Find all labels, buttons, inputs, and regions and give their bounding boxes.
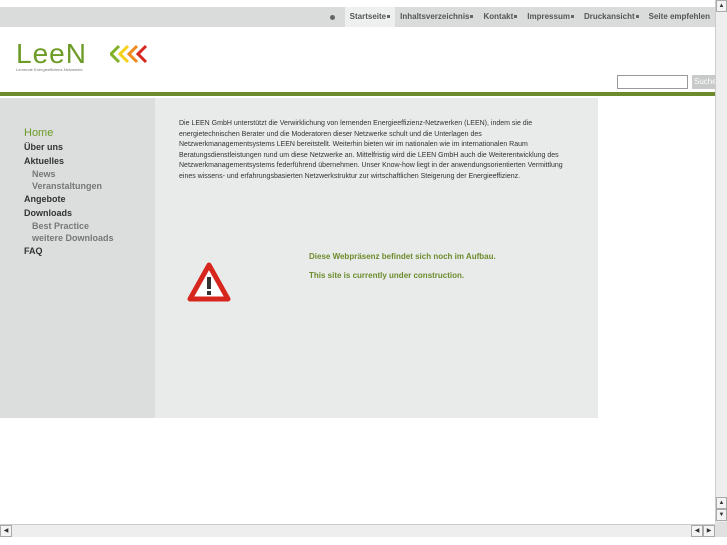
logo-wordmark: LeeN bbox=[16, 38, 87, 69]
nav-seite-empfehlen[interactable]: Seite empfehlen bbox=[644, 7, 715, 27]
scroll-right-icon[interactable]: ▶ bbox=[703, 525, 715, 537]
nav-impressum[interactable]: Impressum bbox=[522, 7, 579, 27]
bullet-icon bbox=[329, 14, 335, 20]
scroll-down-icon[interactable]: ▼ bbox=[716, 509, 727, 521]
sidebar-item-faq[interactable]: FAQ bbox=[24, 244, 114, 258]
vertical-scrollbar[interactable]: ▲ ▲ ▼ bbox=[715, 0, 727, 522]
sidebar-item-home[interactable]: Home bbox=[24, 126, 114, 140]
top-navigation-bar: Startseite Inhaltsverzeichnis Kontakt Im… bbox=[0, 7, 715, 27]
bullet-icon bbox=[570, 15, 574, 19]
sidebar-item-angebote[interactable]: Angebote bbox=[24, 192, 114, 206]
search-button[interactable]: Suche bbox=[692, 75, 715, 89]
sidebar: Home Über uns Aktuelles News Veranstaltu… bbox=[0, 98, 155, 418]
sidebar-item-news[interactable]: News bbox=[24, 168, 114, 180]
horizontal-scrollbar[interactable]: ◀ ◀ ▶ bbox=[0, 524, 715, 537]
sidebar-item-weitere-downloads[interactable]: weitere Downloads bbox=[24, 232, 114, 244]
bullet-icon bbox=[635, 15, 639, 19]
scroll-left-icon[interactable]: ◀ bbox=[0, 525, 12, 537]
bullet-icon bbox=[514, 15, 518, 19]
bullet-icon bbox=[470, 15, 474, 19]
nav-inhaltsverzeichnis[interactable]: Inhaltsverzeichnis bbox=[395, 7, 478, 27]
warning-triangle-icon bbox=[187, 262, 231, 302]
logo-chevrons-icon bbox=[110, 44, 148, 64]
scroll-up-icon[interactable]: ▲ bbox=[716, 0, 727, 12]
logo-tagline: Lernende Energieeffizienz-Netzwerke bbox=[16, 67, 83, 72]
nav-label: Druckansicht bbox=[583, 12, 635, 21]
leen-logo[interactable]: LeeN Lernende Energieeffizienz-Netzwerke bbox=[16, 40, 156, 76]
sidebar-item-ueber-uns[interactable]: Über uns bbox=[24, 140, 114, 154]
nav-druckansicht[interactable]: Druckansicht bbox=[579, 7, 644, 27]
nav-label: Seite empfehlen bbox=[648, 12, 710, 21]
search-input[interactable] bbox=[617, 75, 688, 89]
top-nav: Startseite Inhaltsverzeichnis Kontakt Im… bbox=[329, 7, 715, 27]
nav-startseite[interactable]: Startseite bbox=[344, 7, 396, 27]
nav-label: Inhaltsverzeichnis bbox=[400, 12, 470, 21]
bullet-icon bbox=[387, 15, 391, 19]
sidebar-item-downloads[interactable]: Downloads bbox=[24, 206, 114, 220]
main-content: Die LEEN GmbH unterstützt die Verwirklic… bbox=[155, 98, 598, 418]
notice-english: This site is currently under constructio… bbox=[309, 271, 465, 280]
nav-label: Kontakt bbox=[483, 12, 514, 21]
nav-label: Startseite bbox=[349, 12, 387, 21]
scrollbar-corner bbox=[715, 522, 727, 537]
nav-label: Impressum bbox=[527, 12, 570, 21]
header-divider bbox=[0, 92, 715, 96]
intro-paragraph: Die LEEN GmbH unterstützt die Verwirklic… bbox=[179, 120, 563, 180]
scroll-left-icon[interactable]: ◀ bbox=[691, 525, 703, 537]
nav-kontakt[interactable]: Kontakt bbox=[478, 7, 522, 27]
sidebar-item-aktuelles[interactable]: Aktuelles bbox=[24, 154, 114, 168]
sidebar-menu: Home Über uns Aktuelles News Veranstaltu… bbox=[24, 126, 114, 258]
sidebar-item-veranstaltungen[interactable]: Veranstaltungen bbox=[24, 180, 114, 192]
notice-german: Diese Webpräsenz befindet sich noch im A… bbox=[309, 252, 496, 261]
sidebar-item-best-practice[interactable]: Best Practice bbox=[24, 220, 114, 232]
scroll-up-icon[interactable]: ▲ bbox=[716, 497, 727, 509]
